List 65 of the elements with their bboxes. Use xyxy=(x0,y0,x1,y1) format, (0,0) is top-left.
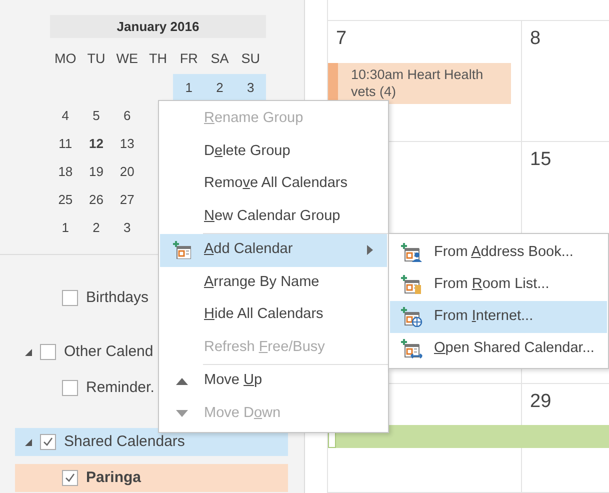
day-number: 29 xyxy=(530,391,552,412)
all-day-event-bar[interactable] xyxy=(328,425,609,448)
menu-item[interactable]: Hide All Calendars xyxy=(160,299,387,332)
date-cell[interactable]: 25 xyxy=(50,190,81,210)
down-arrow-icon xyxy=(176,410,188,418)
date-cell[interactable]: 26 xyxy=(80,190,112,210)
calendar-label: Paringa xyxy=(86,468,142,488)
calendar-globe-icon xyxy=(401,307,423,327)
date-cell[interactable]: 2 xyxy=(204,74,236,102)
date-cell[interactable]: 1 xyxy=(50,218,81,238)
date-cell[interactable]: 20 xyxy=(112,162,143,182)
menu-item[interactable]: New Calendar Group xyxy=(160,200,387,233)
calendar-group-row[interactable]: Shared Calendars xyxy=(15,428,288,456)
collapse-icon xyxy=(25,348,32,356)
calendar-label: Reminder. xyxy=(86,378,154,398)
collapse-icon xyxy=(25,438,32,446)
date-cell[interactable]: 27 xyxy=(112,190,143,210)
date-cell[interactable]: 12 xyxy=(80,134,112,154)
checkbox[interactable] xyxy=(62,380,78,396)
month-title: January 2016 xyxy=(50,15,266,38)
date-cell[interactable]: 1 xyxy=(173,74,204,102)
day-number: 7 xyxy=(336,28,347,49)
event-item[interactable]: 10:30am Heart Health vets (4) xyxy=(328,63,511,104)
up-arrow-icon xyxy=(176,377,188,386)
menu-item[interactable]: From Address Book... xyxy=(390,237,607,269)
group-label: Other Calend xyxy=(64,342,154,362)
day-number: 8 xyxy=(530,28,541,49)
group-label: Shared Calendars xyxy=(64,432,185,452)
date-cell[interactable]: 6 xyxy=(112,106,143,126)
date-cell[interactable]: 13 xyxy=(112,134,143,154)
date-cell[interactable]: 11 xyxy=(50,134,81,154)
weekday-label: WE xyxy=(115,50,139,68)
menu-item[interactable]: Remove All Calendars xyxy=(160,168,387,200)
calendar-person-icon xyxy=(401,243,423,263)
date-cell[interactable]: 2 xyxy=(80,218,112,238)
calendar-arrows-icon xyxy=(401,339,423,359)
date-cell[interactable]: 18 xyxy=(50,162,81,182)
day-number: 15 xyxy=(530,149,552,170)
date-cell[interactable]: 3 xyxy=(235,74,266,102)
weekday-label: FR xyxy=(178,50,199,68)
weekday-label: TU xyxy=(86,50,106,68)
menu-item[interactable]: From Room List... xyxy=(390,269,607,301)
date-cell[interactable]: 3 xyxy=(112,218,143,238)
menu-item[interactable]: Move Up xyxy=(160,365,387,398)
calendar-label: Birthdays xyxy=(86,288,149,308)
menu-item[interactable]: Arrange By Name xyxy=(160,266,387,299)
checkbox[interactable] xyxy=(62,290,78,306)
date-cell[interactable]: 5 xyxy=(80,106,112,126)
menu-item[interactable]: Delete Group xyxy=(160,136,387,168)
checkbox[interactable] xyxy=(40,344,56,360)
weekday-label: MO xyxy=(54,50,78,68)
checkbox[interactable] xyxy=(62,470,78,486)
menu-item[interactable]: Add Calendar xyxy=(160,234,387,266)
menu-item[interactable]: From Internet... xyxy=(390,301,607,333)
menu-item[interactable]: Open Shared Calendar... xyxy=(390,333,607,365)
date-cell[interactable]: 4 xyxy=(50,106,81,126)
add-calendar-icon xyxy=(173,241,191,260)
calendar-row[interactable]: Paringa xyxy=(15,464,288,492)
submenu-arrow-icon xyxy=(367,245,373,256)
calendar-door-icon xyxy=(401,275,423,295)
weekday-label: SU xyxy=(240,50,261,68)
weekday-label: TH xyxy=(148,50,168,68)
checkbox[interactable] xyxy=(40,434,56,450)
date-cell[interactable]: 19 xyxy=(80,162,112,182)
weekday-label: SA xyxy=(210,50,230,68)
